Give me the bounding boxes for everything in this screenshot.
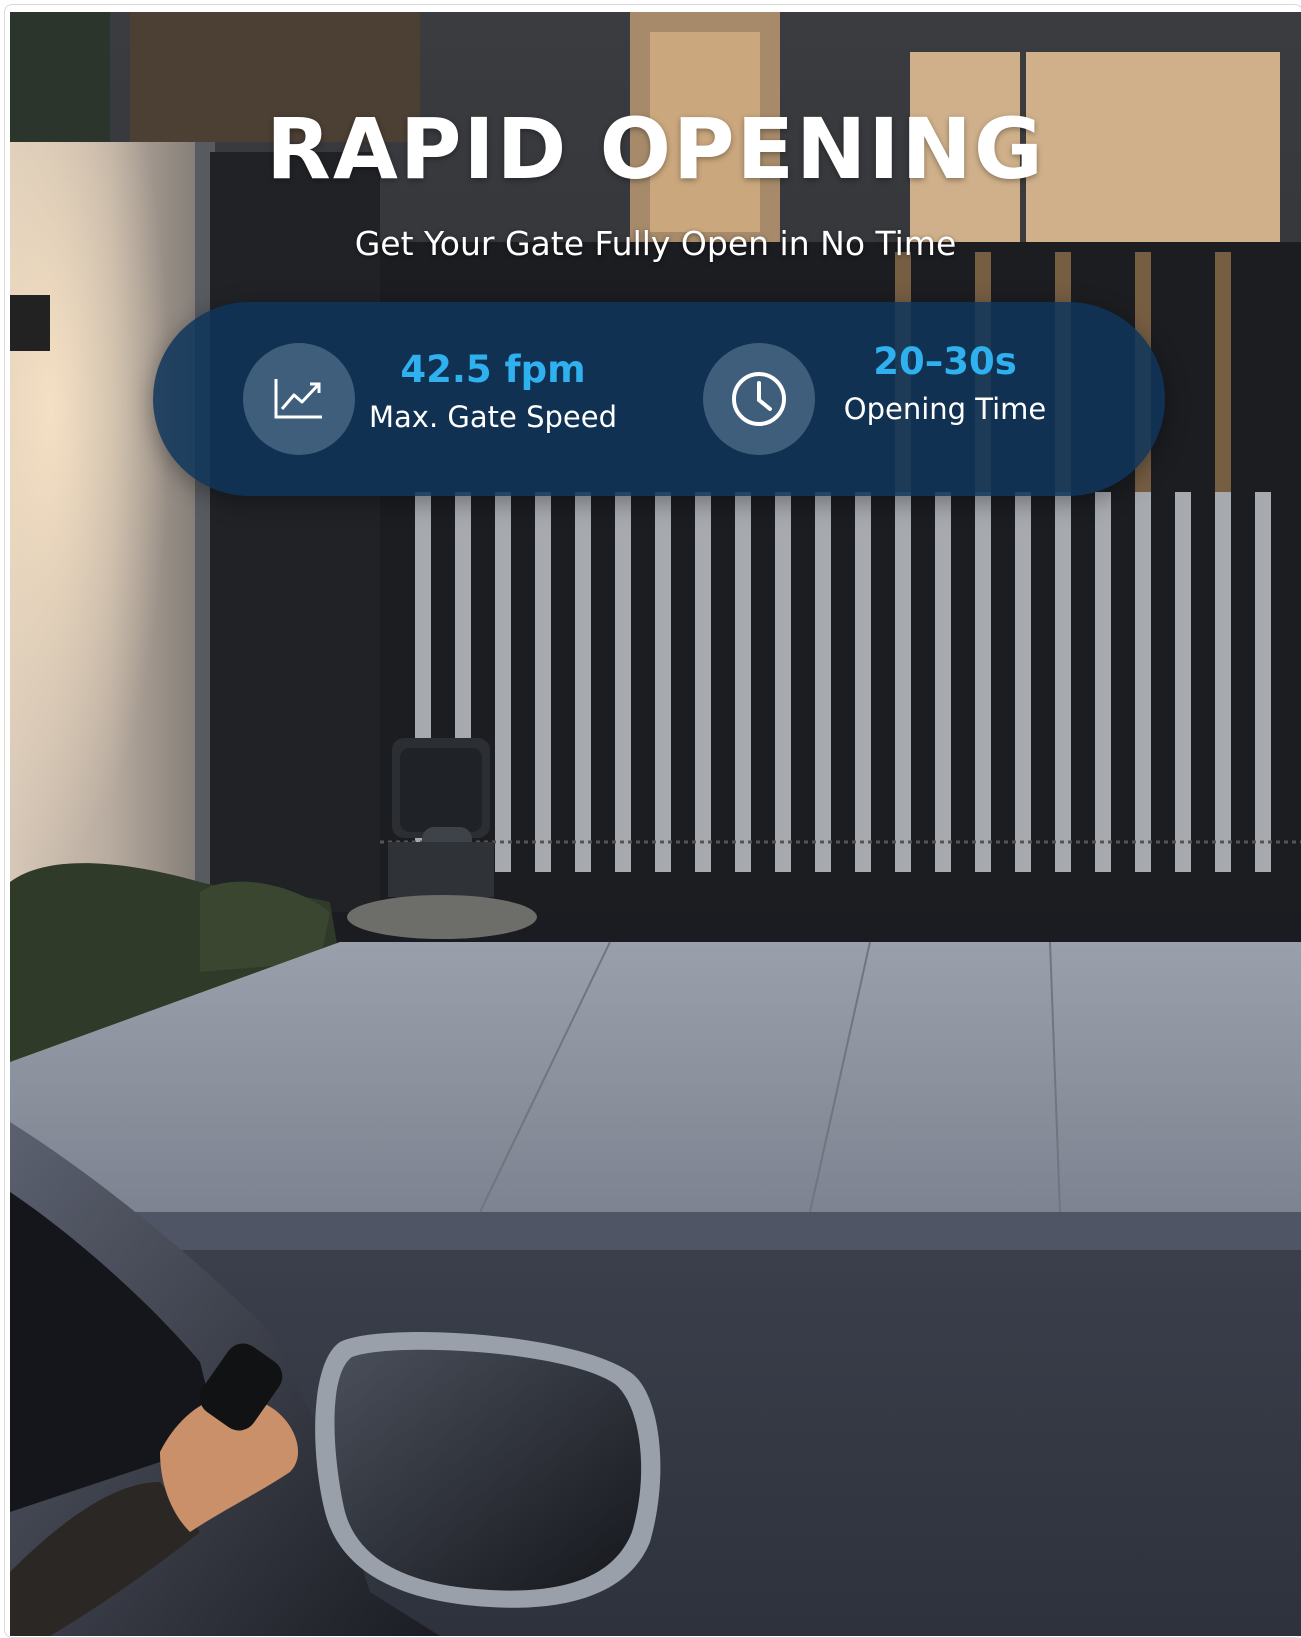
stats-panel: 42.5 fpm Max. Gate Speed 20–30s Opening … [153, 302, 1165, 496]
opening-time-value: 20–30s [873, 340, 1017, 383]
max-gate-speed-value: 42.5 fpm [400, 348, 586, 391]
max-gate-speed-label: Max. Gate Speed [369, 400, 617, 434]
product-image: RAPID OPENING Get Your Gate Fully Open i… [10, 12, 1301, 1636]
page-title: RAPID OPENING [266, 100, 1045, 198]
clock-icon [703, 343, 815, 455]
page-subtitle: Get Your Gate Fully Open in No Time [354, 224, 957, 263]
trend-chart-icon [243, 343, 355, 455]
opening-time-label: Opening Time [843, 392, 1047, 426]
